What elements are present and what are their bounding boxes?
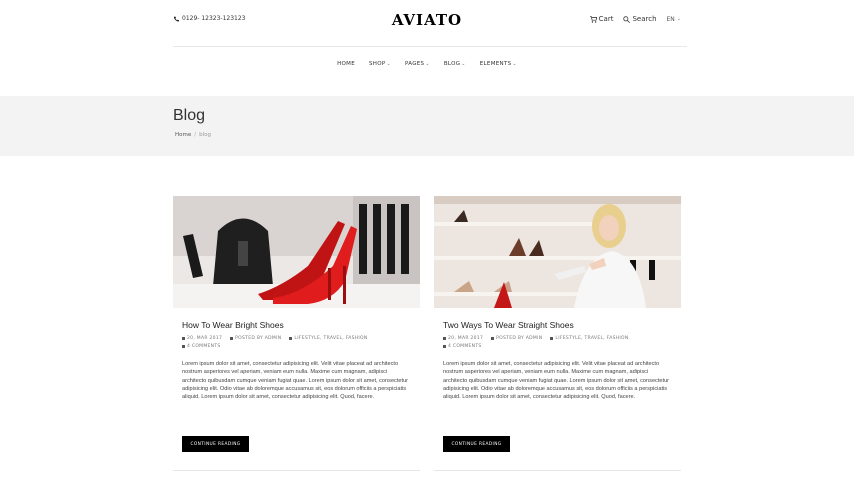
post-excerpt: Lorem ipsum dolor sit amet, consectetur … [182,361,409,401]
chevron-down-icon: ⌄ [676,16,681,22]
header-actions: Cart Search EN ⌄ [589,15,681,23]
post-author-text: POSTED BY ADMIN [496,336,543,341]
chevron-down-icon: ⌄ [461,61,466,67]
tag-icon [550,337,554,340]
site-logo[interactable]: AVIATO [0,11,854,29]
blog-post-card: How To Wear Bright Shoes 20, MAR 2017 PO… [173,196,420,471]
nav-item-elements[interactable]: ELEMENTS ⌄ [480,61,517,67]
post-date-text: 20, MAR 2017 [448,336,484,341]
chevron-down-icon: ⌄ [386,61,391,67]
nav-item-label: SHOP [369,61,386,67]
post-date: 20, MAR 2017 [443,336,483,341]
post-image[interactable] [434,196,681,308]
nav-item-shop[interactable]: SHOP ⌄ [369,61,391,67]
post-author-text: POSTED BY ADMIN [235,336,282,341]
card-divider [434,470,681,471]
language-selector[interactable]: EN ⌄ [667,16,681,23]
card-divider [173,470,420,471]
calendar-icon [182,337,185,340]
breadcrumb-current: blog [199,132,211,138]
post-title[interactable]: How To Wear Bright Shoes [182,320,284,330]
post-comments[interactable]: 4 COMMENTS [443,344,482,349]
chevron-down-icon: ⌄ [425,61,430,67]
top-bar: 0129- 12323-123123 AVIATO Cart Search EN… [0,0,854,46]
post-comments[interactable]: 4 COMMENTS [182,344,221,349]
post-tags-text: LIFESTYLE, TRAVEL, FASHION [555,336,629,341]
cart-icon [589,15,597,23]
post-date-text: 20, MAR 2017 [187,336,223,341]
nav-item-label: HOME [337,61,355,67]
blog-post-card: Two Ways To Wear Straight Shoes 20, MAR … [434,196,681,471]
breadcrumb-home-link[interactable]: Home [175,132,191,138]
nav-item-label: ELEMENTS [479,61,512,67]
comment-icon [443,345,446,348]
post-author: POSTED BY ADMIN [230,336,281,341]
language-label: EN [666,15,675,23]
nav-item-label: BLOG [443,61,461,67]
post-image-red-heels [173,196,420,308]
post-excerpt: Lorem ipsum dolor sit amet, consectetur … [443,361,670,401]
page-title: Blog [173,107,206,124]
post-author: POSTED BY ADMIN [491,336,542,341]
nav-item-blog[interactable]: BLOG ⌄ [444,61,466,67]
calendar-icon [443,337,446,340]
post-image-shoe-shopping [434,196,681,308]
user-icon [230,337,234,340]
continue-reading-button[interactable]: CONTINUE READING [182,436,249,452]
post-image[interactable] [173,196,420,308]
chevron-down-icon: ⌄ [512,61,517,67]
post-comments-text: 4 COMMENTS [448,344,482,349]
search-icon [623,15,631,23]
post-tags-text: LIFESTYLE, TRAVEL, FASHION [294,336,368,341]
cart-label: Cart [598,15,614,23]
post-tags[interactable]: LIFESTYLE, TRAVEL, FASHION [550,336,628,341]
page-header: Blog Home / blog [0,96,854,156]
post-meta: 20, MAR 2017 POSTED BY ADMIN LIFESTYLE, … [443,336,629,341]
breadcrumb-separator: / [194,132,197,138]
cart-link[interactable]: Cart [589,15,614,23]
breadcrumb: Home / blog [175,132,211,138]
main-nav: HOME SHOP ⌄ PAGES ⌄ BLOG ⌄ ELEMENTS ⌄ [0,61,854,67]
post-tags[interactable]: LIFESTYLE, TRAVEL, FASHION [289,336,367,341]
nav-item-home[interactable]: HOME [337,61,355,67]
nav-item-label: PAGES [404,61,425,67]
search-link[interactable]: Search [623,15,657,23]
continue-reading-button[interactable]: CONTINUE READING [443,436,510,452]
search-label: Search [632,15,657,23]
post-date: 20, MAR 2017 [182,336,222,341]
header-divider [173,46,687,47]
user-icon [491,337,495,340]
comment-icon [182,345,185,348]
post-title[interactable]: Two Ways To Wear Straight Shoes [443,320,574,330]
post-comments-text: 4 COMMENTS [187,344,221,349]
tag-icon [289,337,293,340]
nav-item-pages[interactable]: PAGES ⌄ [405,61,430,67]
post-meta: 20, MAR 2017 POSTED BY ADMIN LIFESTYLE, … [182,336,368,341]
